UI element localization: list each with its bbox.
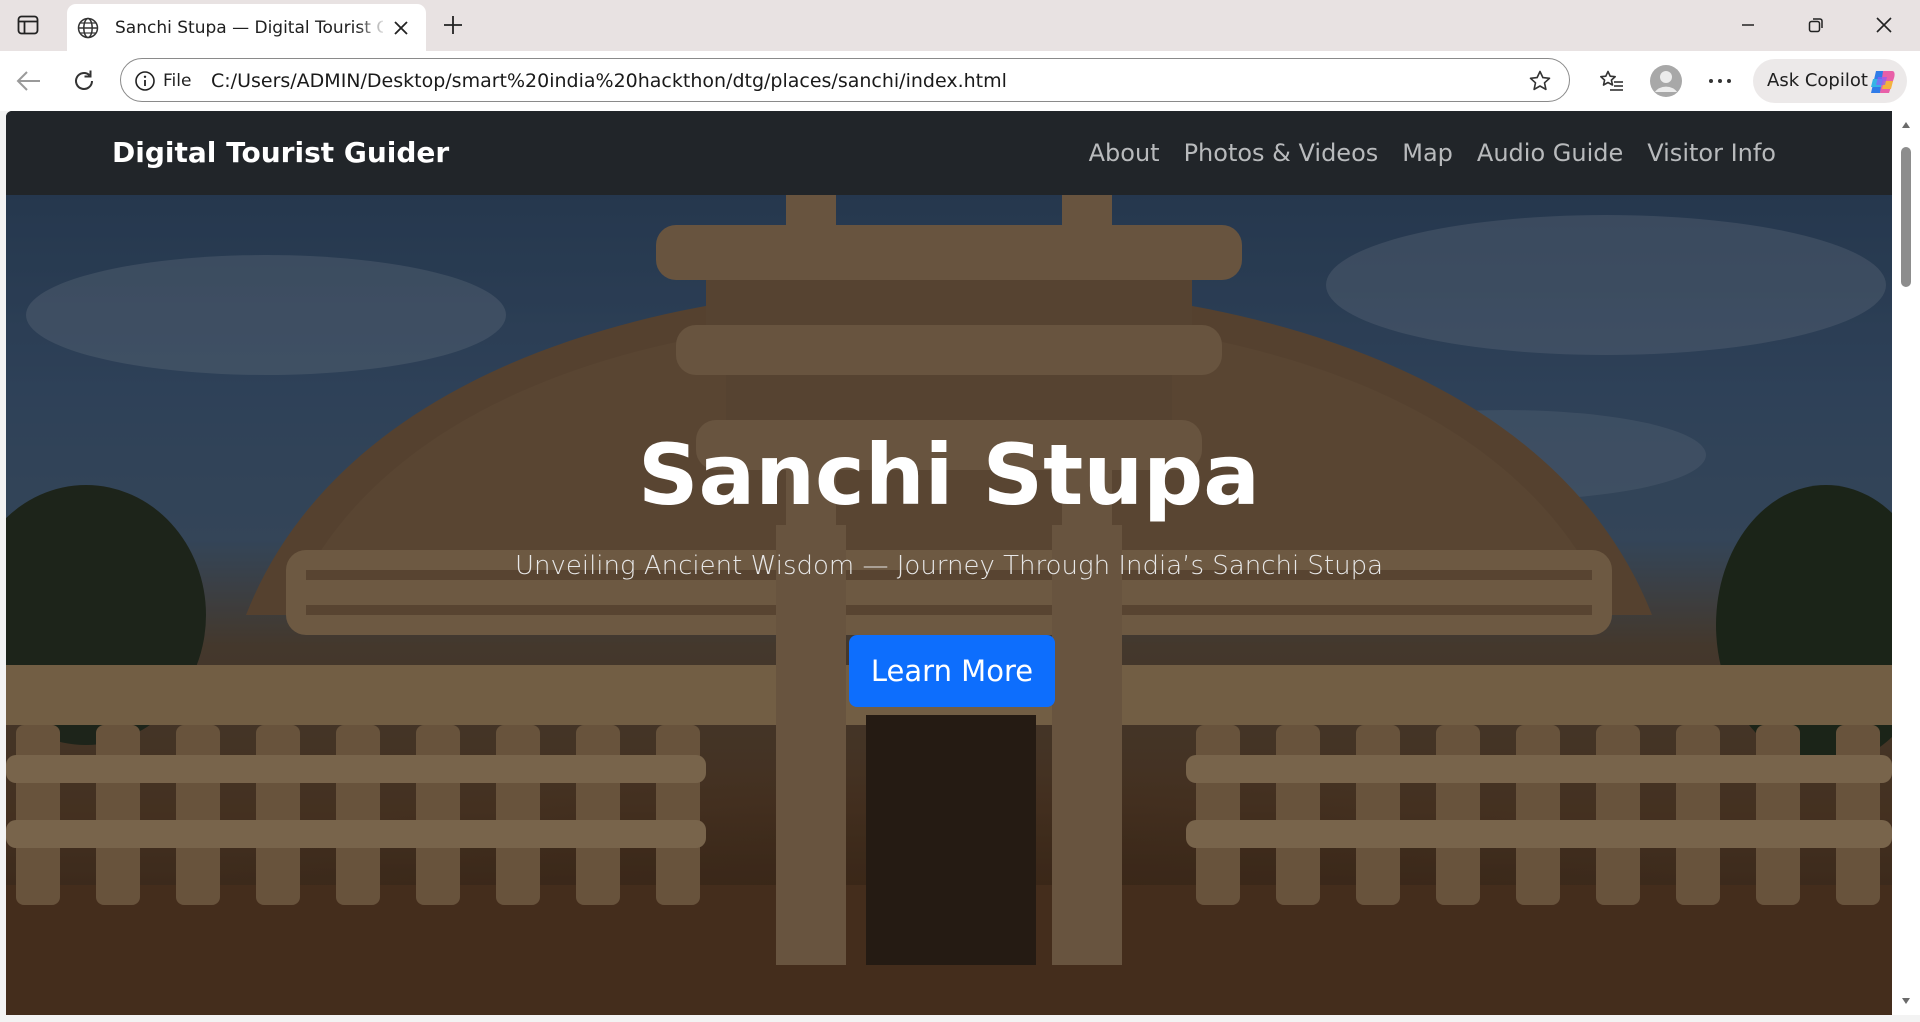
hero-dark-overlay — [6, 195, 1892, 1015]
nav-link-photos-videos[interactable]: Photos & Videos — [1184, 135, 1379, 171]
back-arrow-icon[interactable] — [11, 64, 47, 98]
url-text[interactable]: C:/Users/ADMIN/Desktop/smart%20india%20h… — [211, 69, 1007, 93]
address-bar[interactable]: File C:/Users/ADMIN/Desktop/smart%20indi… — [120, 58, 1570, 102]
restore-icon[interactable] — [1790, 8, 1842, 42]
close-tab-icon[interactable] — [390, 17, 412, 39]
page-scrollbar[interactable] — [1892, 111, 1920, 1015]
url-scheme-label: File — [163, 71, 192, 91]
browser-tab[interactable]: Sanchi Stupa — Digital Tourist Guider — [67, 4, 426, 51]
hero-title: Sanchi Stupa — [638, 426, 1260, 524]
new-tab-plus-icon[interactable] — [438, 10, 468, 40]
more-icon[interactable] — [1702, 64, 1738, 98]
scroll-down-arrow-icon[interactable] — [1898, 993, 1914, 1009]
site-navbar: Digital Tourist Guider About Photos & Vi… — [6, 111, 1892, 195]
tab-actions-icon[interactable] — [14, 12, 42, 38]
ask-copilot-button[interactable]: Ask Copilot — [1753, 59, 1907, 103]
reload-icon[interactable] — [66, 64, 102, 98]
nav-link-visitor-info[interactable]: Visitor Info — [1647, 135, 1776, 171]
nav-link-about[interactable]: About — [1089, 135, 1160, 171]
close-window-icon[interactable] — [1858, 8, 1910, 42]
tab-strip: Sanchi Stupa — Digital Tourist Guider — [0, 0, 1920, 51]
tab-title: Sanchi Stupa — Digital Tourist Guider — [115, 18, 383, 38]
nav-links: About Photos & Videos Map Audio Guide Vi… — [1089, 135, 1776, 171]
hero-section: Sanchi Stupa Unveiling Ancient Wisdom — … — [6, 195, 1892, 1015]
minimize-icon[interactable] — [1722, 8, 1774, 42]
nav-link-audio-guide[interactable]: Audio Guide — [1477, 135, 1623, 171]
scroll-up-arrow-icon[interactable] — [1898, 117, 1914, 133]
tab-title-fade — [357, 12, 387, 44]
hero-subtitle: Unveiling Ancient Wisdom — Journey Throu… — [514, 551, 1384, 581]
learn-more-button[interactable]: Learn More — [849, 635, 1055, 707]
window-bottom-edge — [0, 1015, 1920, 1022]
site-brand[interactable]: Digital Tourist Guider — [112, 134, 449, 172]
copilot-label: Ask Copilot — [1767, 70, 1868, 91]
nav-link-map[interactable]: Map — [1402, 135, 1453, 171]
page-viewport: Digital Tourist Guider About Photos & Vi… — [6, 111, 1892, 1015]
profile-icon[interactable] — [1648, 64, 1684, 98]
copilot-icon — [1867, 69, 1897, 95]
browser-toolbar: File C:/Users/ADMIN/Desktop/smart%20indi… — [0, 51, 1920, 111]
star-icon[interactable] — [1527, 68, 1553, 94]
info-icon[interactable] — [133, 69, 157, 93]
favorites-icon[interactable] — [1594, 64, 1630, 98]
scrollbar-thumb[interactable] — [1901, 147, 1911, 287]
globe-icon — [77, 17, 99, 39]
